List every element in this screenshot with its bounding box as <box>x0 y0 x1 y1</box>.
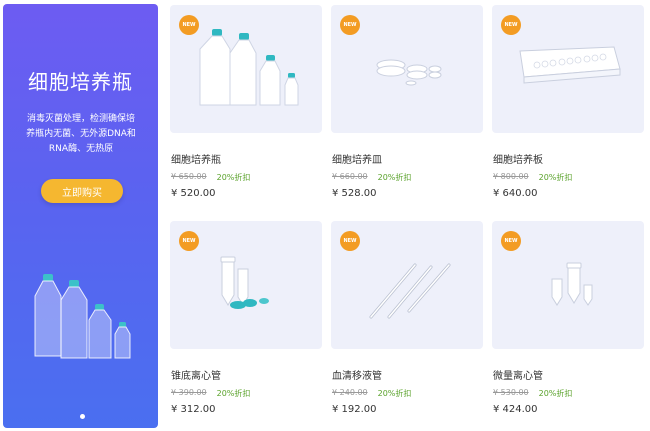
current-price: ¥ 424.00 <box>493 404 538 415</box>
promo-banner[interactable]: 细胞培养瓶 消毒灭菌处理，检测确保培养瓶内无菌、无外源DNA和RNA酶、无热原 … <box>3 4 158 428</box>
product-card[interactable]: NEW 锥底离心管 ¥ 390.00 20%折扣 ¥ 312.00 <box>170 221 322 431</box>
discount-label: 20%折扣 <box>377 389 412 398</box>
current-price: ¥ 520.00 <box>171 188 216 199</box>
product-image[interactable]: NEW <box>492 221 644 349</box>
original-price: ¥ 240.00 <box>332 388 368 397</box>
price-row: ¥ 240.00 20%折扣 <box>332 388 411 399</box>
product-card[interactable]: NEW 微量离心管 ¥ 530.00 20%折扣 ¥ 424.00 <box>492 221 644 431</box>
product-name[interactable]: 锥底离心管 <box>171 367 221 382</box>
original-price: ¥ 660.00 <box>332 172 368 181</box>
new-badge: NEW <box>501 231 521 251</box>
price-row: ¥ 660.00 20%折扣 <box>332 172 411 183</box>
discount-label: 20%折扣 <box>377 173 412 182</box>
product-image[interactable]: NEW <box>331 221 483 349</box>
banner-description: 消毒灭菌处理，检测确保培养瓶内无菌、无外源DNA和RNA酶、无热原 <box>26 114 136 154</box>
discount-label: 20%折扣 <box>538 389 573 398</box>
new-badge: NEW <box>501 15 521 35</box>
price-row: ¥ 650.00 20%折扣 <box>171 172 250 183</box>
current-price: ¥ 640.00 <box>493 188 538 199</box>
new-badge: NEW <box>179 231 199 251</box>
flask-group-image <box>34 274 131 359</box>
original-price: ¥ 390.00 <box>171 388 207 397</box>
current-price: ¥ 312.00 <box>171 404 216 415</box>
original-price: ¥ 530.00 <box>493 388 529 397</box>
banner-title: 细胞培养瓶 <box>28 70 133 94</box>
product-card[interactable]: NEW 细胞培养瓶 ¥ 650.00 20%折扣 ¥ 520.00 <box>170 5 322 215</box>
original-price: ¥ 650.00 <box>171 172 207 181</box>
current-price: ¥ 192.00 <box>332 404 377 415</box>
product-image[interactable]: NEW <box>170 5 322 133</box>
product-name[interactable]: 微量离心管 <box>493 367 543 382</box>
product-card[interactable]: NEW 细胞培养板 ¥ 800.00 20%折扣 ¥ 640.00 <box>492 5 644 215</box>
product-image[interactable]: NEW <box>492 5 644 133</box>
new-badge: NEW <box>179 15 199 35</box>
carousel-dot[interactable] <box>80 414 85 419</box>
discount-label: 20%折扣 <box>538 173 573 182</box>
product-image[interactable]: NEW <box>331 5 483 133</box>
price-row: ¥ 390.00 20%折扣 <box>171 388 250 399</box>
product-image[interactable]: NEW <box>170 221 322 349</box>
discount-label: 20%折扣 <box>216 389 251 398</box>
product-name[interactable]: 细胞培养皿 <box>332 151 382 166</box>
price-row: ¥ 800.00 20%折扣 <box>493 172 572 183</box>
discount-label: 20%折扣 <box>216 173 251 182</box>
product-name[interactable]: 细胞培养板 <box>493 151 543 166</box>
original-price: ¥ 800.00 <box>493 172 529 181</box>
product-card[interactable]: NEW 细胞培养皿 ¥ 660.00 20%折扣 ¥ 528.00 <box>331 5 483 215</box>
buy-now-button[interactable]: 立即购买 <box>41 179 123 203</box>
product-name[interactable]: 血清移液管 <box>332 367 382 382</box>
product-card[interactable]: NEW 血清移液管 ¥ 240.00 20%折扣 ¥ 192.00 <box>331 221 483 431</box>
new-badge: NEW <box>340 15 360 35</box>
price-row: ¥ 530.00 20%折扣 <box>493 388 572 399</box>
new-badge: NEW <box>340 231 360 251</box>
product-name[interactable]: 细胞培养瓶 <box>171 151 221 166</box>
current-price: ¥ 528.00 <box>332 188 377 199</box>
